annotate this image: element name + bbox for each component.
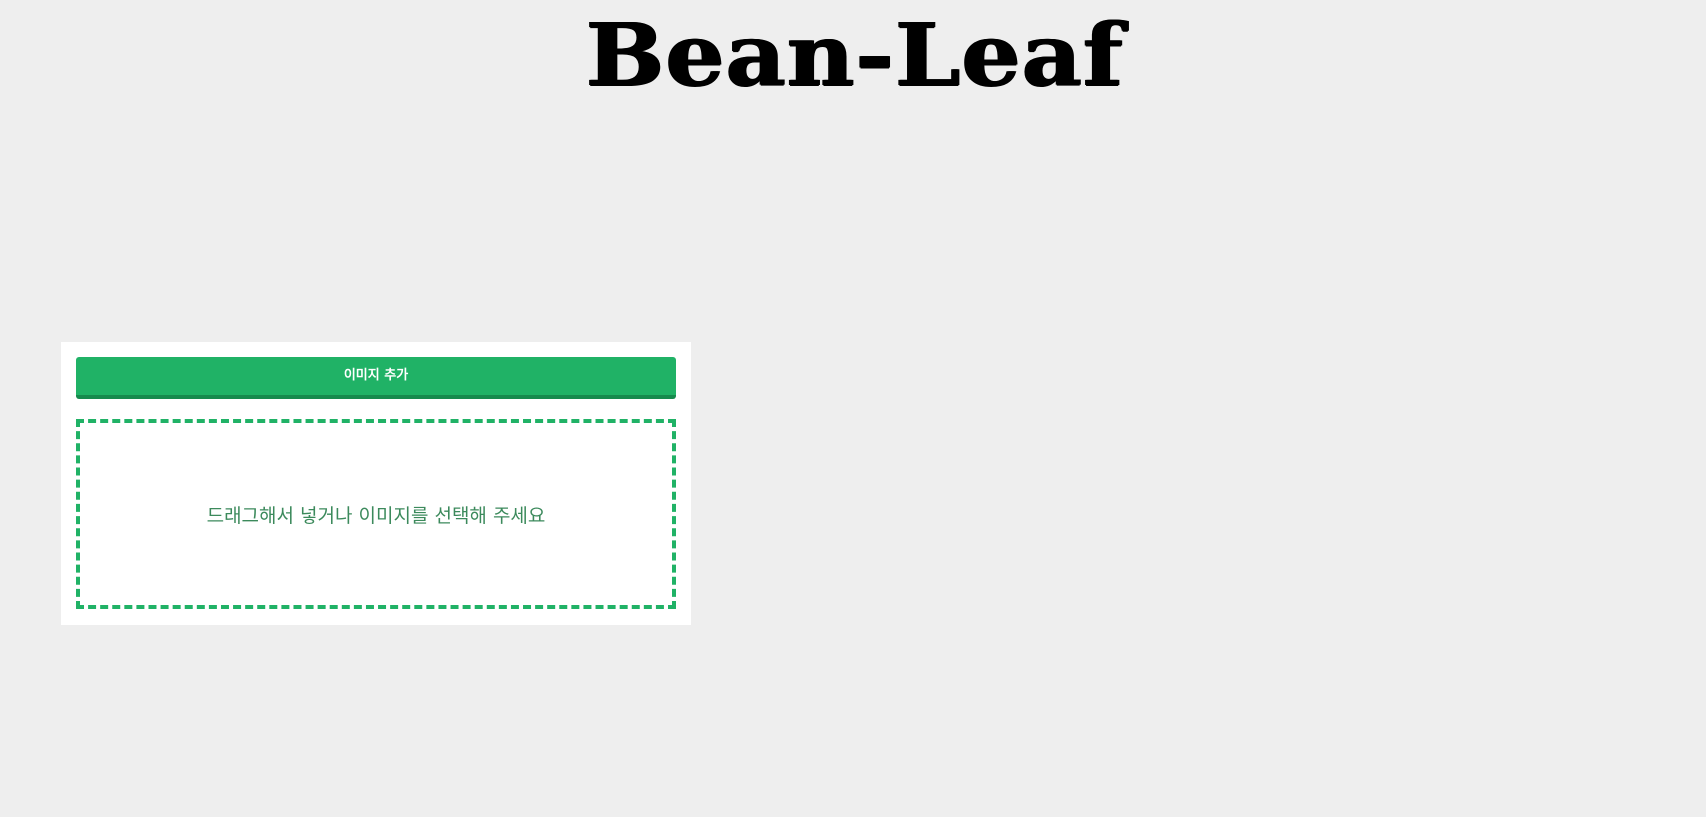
image-dropzone[interactable]: 드래그해서 넣거나 이미지를 선택해 주세요 — [76, 419, 676, 609]
site-logo: Bean-Leaf — [585, 5, 1124, 106]
dropzone-instruction: 드래그해서 넣거나 이미지를 선택해 주세요 — [206, 504, 546, 527]
upload-panel: 이미지 추가 드래그해서 넣거나 이미지를 선택해 주세요 — [61, 342, 691, 625]
add-image-button[interactable]: 이미지 추가 — [76, 357, 676, 399]
